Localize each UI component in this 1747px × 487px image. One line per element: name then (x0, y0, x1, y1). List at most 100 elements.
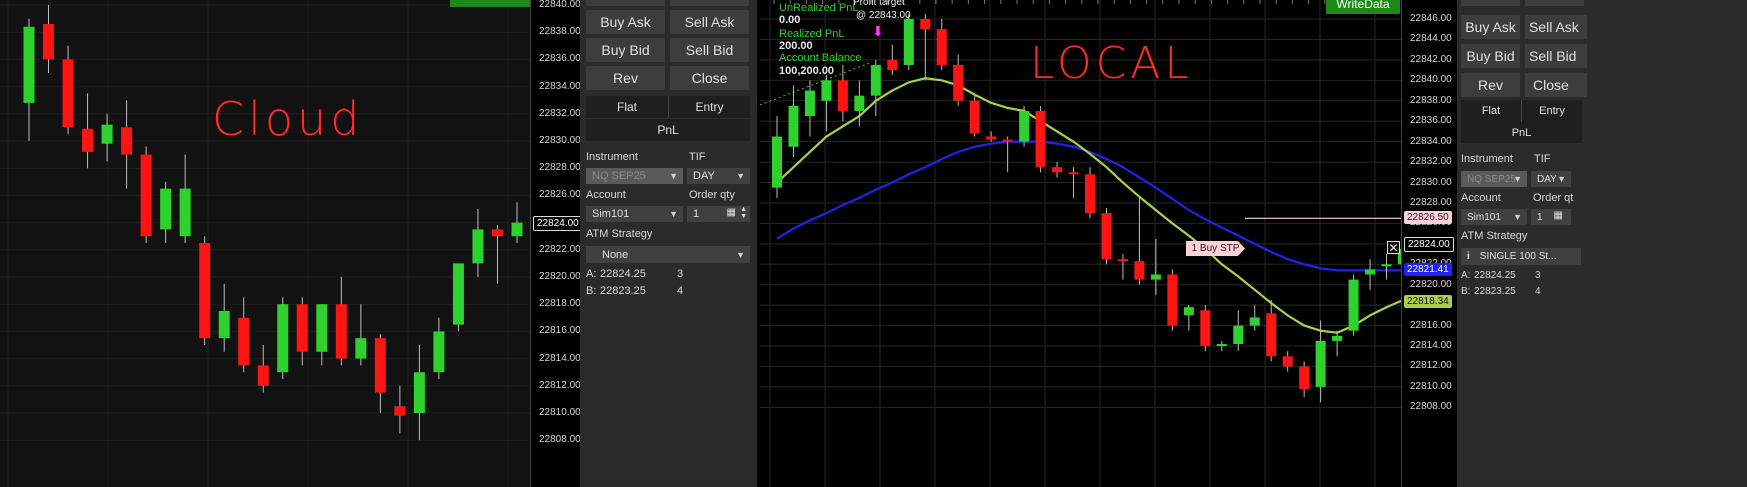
local-candle-up (1216, 343, 1227, 347)
local-candle-down (1052, 167, 1063, 173)
local-candle-up (1365, 269, 1376, 275)
cloud-axis-tick: 22814.00 (539, 352, 581, 364)
cloud-price-axis[interactable]: 22840.00 22838.00 22836.00 22834.00 22832.00… (530, 0, 581, 487)
cloud-write-button-edge[interactable] (450, 0, 530, 7)
cloud-chart-area[interactable]: Cloud (0, 0, 530, 487)
local-buy-ask-button[interactable]: Buy Ask (1461, 15, 1520, 39)
local-axis-tick: 22834.00 (1410, 135, 1452, 147)
local-order-panel: Buy Ask Sell Ask Buy Bid Sell Bid Rev Cl… (1457, 0, 1747, 487)
local-order-qty-input[interactable]: 1 ▦ (1531, 209, 1571, 225)
cloud-top-button-a[interactable] (586, 0, 665, 6)
local-candle-up (1381, 264, 1392, 267)
local-instrument-select[interactable]: NQ SEP25 ▼ (1461, 171, 1527, 187)
local-candle-up (1249, 317, 1260, 326)
local-candle-down (969, 100, 980, 134)
cloud-sell-bid-button[interactable]: Sell Bid (670, 38, 749, 62)
cloud-axis-tick: 22834.00 (539, 80, 581, 92)
cloud-tif-select[interactable]: DAY ▼ (687, 168, 750, 184)
cloud-candle-up (413, 372, 425, 413)
cloud-rev-button[interactable]: Rev (586, 66, 665, 90)
chevron-down-icon: ▼ (736, 171, 745, 181)
cloud-candle-up (452, 263, 464, 325)
cloud-axis-tick: 22808.00 (539, 434, 581, 446)
cloud-axis-tick: 22830.00 (539, 135, 581, 146)
write-data-button[interactable]: WriteData (1326, 0, 1400, 14)
spinner-icon[interactable]: ▲ ▼ (740, 206, 747, 220)
calculator-icon[interactable]: ▦ (1554, 210, 1563, 221)
cloud-candle-up (316, 304, 328, 352)
cloud-pnl-header: PnL (586, 119, 750, 141)
cloud-axis-tick: 22832.00 (539, 107, 581, 119)
cloud-candle-down (140, 154, 152, 237)
local-axis-tick: 22812.00 (1410, 360, 1452, 372)
local-top-button-b[interactable] (1525, 0, 1584, 6)
cloud-buy-bid-button[interactable]: Buy Bid (586, 38, 665, 62)
local-axis-tick: 22844.00 (1410, 33, 1452, 45)
cloud-buy-ask-button[interactable]: Buy Ask (586, 10, 665, 34)
cloud-current-price-flag: 22824.00 (533, 215, 581, 231)
profit-target-value: @ 22843.00 (856, 10, 911, 21)
cloud-sell-ask-button[interactable]: Sell Ask (670, 10, 749, 34)
buy-stop-order-tag[interactable]: 1 Buy STP (1186, 241, 1245, 256)
local-bid-size: 4 (1535, 286, 1541, 297)
local-candle-up (870, 64, 881, 96)
info-icon[interactable]: i (1467, 251, 1470, 262)
local-sell-bid-button[interactable]: Sell Bid (1525, 44, 1587, 68)
cloud-order-qty-value: 1 (693, 208, 700, 220)
local-account-label: Account (1461, 192, 1501, 204)
local-axis-tick: 22816.00 (1410, 319, 1452, 331)
local-axis-tick: 22808.00 (1410, 401, 1452, 413)
cloud-atm-select[interactable]: None ▼ (586, 246, 750, 263)
cancel-order-close-icon[interactable]: ✕ (1387, 241, 1400, 254)
local-ask-label: A: (1461, 270, 1471, 281)
local-candle-down (887, 59, 898, 71)
local-atm-select[interactable]: i SINGLE 100 St... (1461, 248, 1581, 265)
local-candle-up (1315, 340, 1326, 387)
local-candle-down (1002, 139, 1013, 142)
cloud-candle-down (296, 304, 308, 352)
local-buy-bid-button[interactable]: Buy Bid (1461, 44, 1520, 68)
cloud-ask-label: A: (586, 268, 597, 280)
local-bid-label: B: (1461, 286, 1471, 297)
cloud-candle-up (355, 338, 367, 359)
cloud-candle-down (374, 338, 386, 393)
local-candle-down (1117, 259, 1128, 262)
cloud-chart-canvas (0, 0, 530, 487)
local-order-qty-label: Order qt (1533, 192, 1574, 204)
cloud-instrument-value: NQ SEP25 (592, 170, 646, 182)
local-candle-down (1068, 172, 1079, 175)
cloud-instrument-select[interactable]: NQ SEP25 ▼ (586, 168, 683, 184)
cloud-account-select[interactable]: Sim101 ▼ (586, 206, 683, 222)
cloud-close-button[interactable]: Close (670, 66, 749, 90)
local-axis-tick: 22838.00 (1410, 94, 1452, 106)
local-candle-up (1183, 307, 1194, 316)
local-tif-select[interactable]: DAY ▼ (1531, 171, 1571, 187)
calculator-icon[interactable]: ▦ (727, 207, 736, 218)
local-handwritten-annotation: LOCAL (1030, 38, 1193, 89)
cloud-axis-tick: 22826.00 (539, 189, 581, 201)
local-candle-down (953, 64, 964, 101)
cloud-ask-size: 3 (677, 268, 684, 280)
local-instrument-value: NQ SEP25 (1467, 173, 1516, 185)
cloud-axis-tick: 22810.00 (539, 407, 581, 418)
chevron-down-icon: ▼ (669, 209, 678, 219)
local-close-button[interactable]: Close (1525, 73, 1587, 97)
chevron-down-icon: ▼ (736, 249, 745, 260)
cloud-tif-value: DAY (693, 170, 715, 182)
local-candle-up (788, 105, 799, 147)
cloud-top-button-b[interactable] (670, 0, 749, 6)
cloud-order-qty-label: Order qty (689, 189, 735, 201)
local-top-button-a[interactable] (1461, 0, 1520, 6)
profit-target-label: Profit target (853, 0, 905, 8)
local-sell-ask-button[interactable]: Sell Ask (1525, 15, 1587, 39)
local-axis-tick: 22830.00 (1410, 176, 1452, 188)
local-rev-button[interactable]: Rev (1461, 73, 1520, 97)
local-account-select[interactable]: Sim101 ▼ (1461, 209, 1527, 225)
overlay-unrealized-value: 0.00 (779, 14, 801, 26)
local-candle-up (903, 19, 914, 65)
local-price-axis[interactable]: 22846.00 22844.00 22842.00 22840.00 22838.00… (1401, 0, 1458, 487)
cloud-order-qty-input[interactable]: 1 ▦ ▲ ▼ (687, 206, 750, 222)
local-chart-area[interactable]: UnRealized PnL 0.00 Realized PnL 200.00 … (760, 0, 1401, 487)
cloud-axis-tick: 22818.00 (539, 298, 581, 310)
local-tif-label: TIF (1534, 153, 1551, 165)
